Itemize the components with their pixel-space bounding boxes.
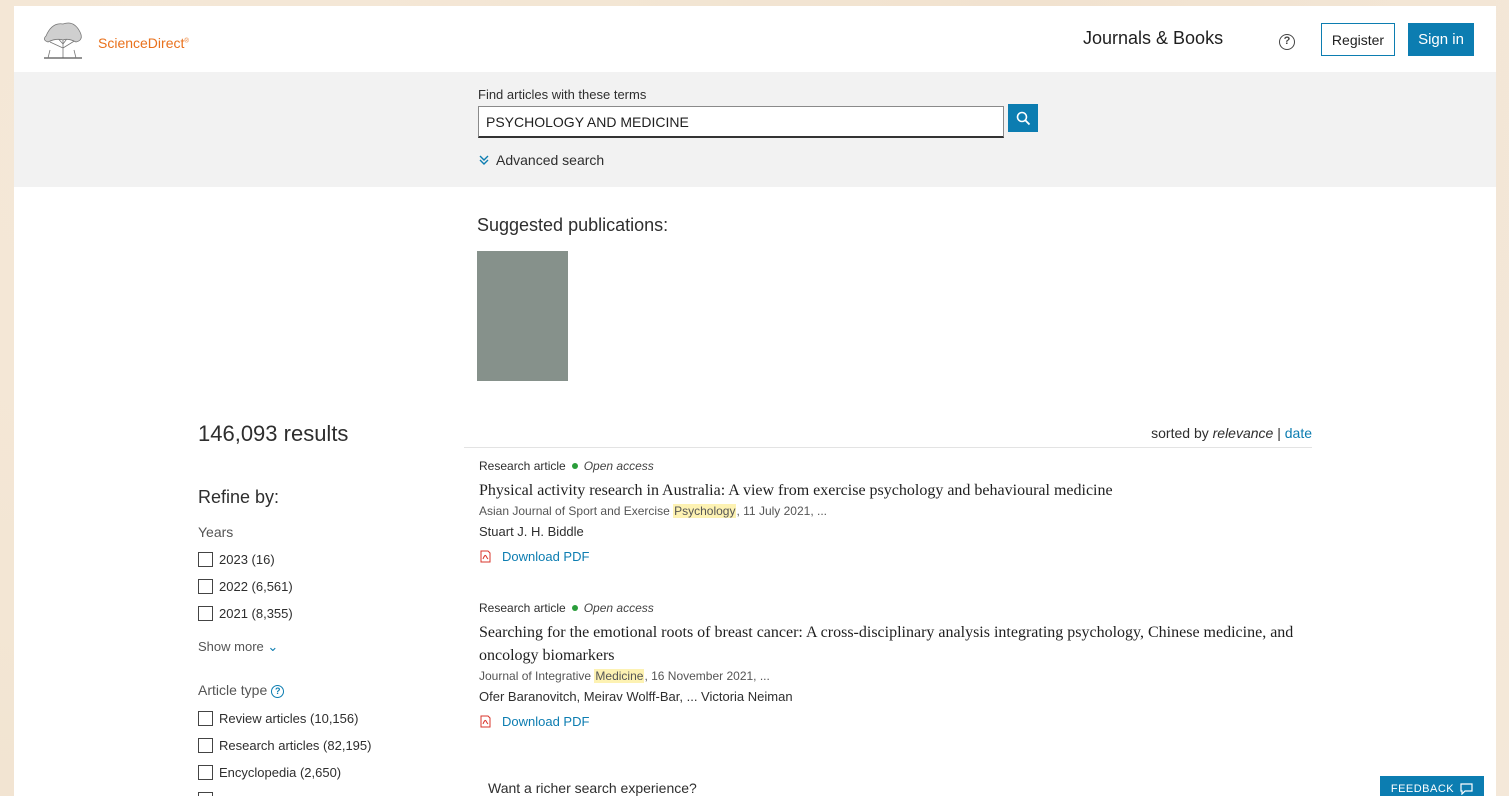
sort-separator: | [1277, 425, 1281, 441]
source-text[interactable]: Journal of Integrative [479, 669, 594, 683]
brand-name[interactable]: ScienceDirect® [98, 35, 189, 51]
article-type: Research article [479, 601, 566, 615]
year-filter-label: 2021 (8,355) [219, 606, 293, 621]
article-type-line: Research article Open access [479, 601, 1299, 615]
article-authors: Ofer Baranovitch, Meirav Wolff-Bar, ... … [479, 689, 793, 704]
sort-prefix: sorted by [1151, 425, 1209, 441]
search-label: Find articles with these terms [478, 87, 647, 102]
feedback-label: FEEDBACK [1390, 783, 1455, 795]
article-type-label-text: Article type [198, 682, 268, 698]
checkbox[interactable] [198, 765, 213, 780]
download-pdf-link[interactable]: Download PDF [479, 714, 1299, 729]
download-pdf-label: Download PDF [502, 714, 590, 729]
source-text[interactable]: Asian Journal of Sport and Exercise [479, 504, 673, 518]
checkbox[interactable] [198, 552, 213, 567]
year-filter-2023[interactable]: 2023 (16) [198, 552, 275, 567]
sort-date-link[interactable]: date [1285, 425, 1312, 441]
result-item: Research article Open access Searching f… [479, 601, 1299, 729]
article-source: Journal of Integrative Medicine, 16 Nove… [479, 669, 1299, 683]
article-type-filter-partial[interactable] [198, 792, 213, 796]
source-highlight[interactable]: Medicine [594, 669, 645, 683]
help-icon[interactable]: ? [1279, 34, 1295, 50]
top-header: ScienceDirect® Journals & Books ? Regist… [14, 6, 1496, 72]
pdf-icon [480, 550, 491, 563]
search-button[interactable] [1008, 104, 1038, 132]
search-input[interactable] [478, 106, 1004, 138]
show-more-label: Show more [198, 639, 264, 654]
journals-books-link[interactable]: Journals & Books [1083, 28, 1223, 49]
open-access-dot [571, 463, 578, 469]
article-source: Asian Journal of Sport and Exercise Psyc… [479, 504, 1299, 518]
article-type-filter-encyclopedia[interactable]: Encyclopedia (2,650) [198, 765, 341, 780]
source-highlight[interactable]: Psychology [673, 504, 737, 518]
year-filter-2021[interactable]: 2021 (8,355) [198, 606, 293, 621]
article-type-filter-label: Research articles (82,195) [219, 738, 372, 753]
open-access-dot [571, 605, 578, 611]
sort-relevance[interactable]: relevance [1213, 425, 1274, 441]
feedback-button[interactable]: FEEDBACK [1380, 776, 1484, 796]
show-more-years[interactable]: Show more ⌄ [198, 639, 278, 655]
checkbox[interactable] [198, 579, 213, 594]
article-type-line: Research article Open access [479, 459, 1299, 473]
feedback-icon [1460, 783, 1473, 795]
article-type-filter-label: Encyclopedia (2,650) [219, 765, 342, 780]
article-type-filter-research[interactable]: Research articles (82,195) [198, 738, 371, 753]
pdf-icon [480, 715, 491, 728]
elsevier-tree-logo[interactable] [40, 18, 86, 62]
year-filter-2022[interactable]: 2022 (6,561) [198, 579, 293, 594]
suggested-publications-title: Suggested publications: [477, 215, 669, 235]
checkbox[interactable] [198, 792, 213, 796]
year-filter-label: 2023 (16) [219, 552, 275, 567]
article-title-link[interactable]: Searching for the emotional roots of bre… [479, 621, 1299, 667]
checkbox[interactable] [198, 711, 213, 726]
article-type-filter-review[interactable]: Review articles (10,156) [198, 711, 358, 726]
article-type: Research article [479, 459, 566, 473]
suggested-publication-cover[interactable] [477, 251, 568, 381]
search-icon [1016, 111, 1030, 125]
refine-by-title: Refine by: [198, 487, 280, 507]
article-type-filter-label: Review articles (10,156) [219, 711, 359, 726]
open-access-label: Open access [583, 601, 654, 615]
sign-in-button[interactable]: Sign in [1408, 23, 1474, 56]
source-date: , 11 July 2021, ... [736, 504, 827, 518]
info-icon[interactable]: ? [271, 684, 285, 698]
article-type-facet-label: Article type? [198, 682, 285, 698]
search-section: Find articles with these terms Advanced … [14, 72, 1496, 187]
register-button[interactable]: Register [1321, 23, 1395, 56]
results-divider [464, 447, 1312, 448]
sort-options: sorted by relevance | date [1151, 425, 1312, 441]
article-title-link[interactable]: Physical activity research in Australia:… [479, 479, 1299, 502]
source-date: , 16 November 2021, ... [644, 669, 770, 683]
advanced-search-toggle[interactable]: Advanced search [478, 152, 604, 168]
results-count: 146,093 results [198, 421, 349, 446]
advanced-search-label: Advanced search [496, 152, 605, 168]
result-item: Research article Open access Physical ac… [479, 459, 1299, 564]
chevron-down-icon: ⌄ [267, 639, 279, 654]
checkbox[interactable] [198, 606, 213, 621]
richer-search-prompt[interactable]: Want a richer search experience? [488, 780, 697, 796]
download-pdf-link[interactable]: Download PDF [479, 549, 1299, 564]
brand-mark: ® [184, 38, 189, 45]
chevron-down-icon [479, 155, 489, 165]
brand-text[interactable]: ScienceDirect [98, 35, 184, 51]
download-pdf-label: Download PDF [502, 549, 590, 564]
page: ScienceDirect® Journals & Books ? Regist… [14, 6, 1496, 796]
article-authors: Stuart J. H. Biddle [479, 524, 584, 539]
years-facet-label: Years [198, 524, 234, 540]
year-filter-label: 2022 (6,561) [219, 579, 293, 594]
checkbox[interactable] [198, 738, 213, 753]
open-access-label: Open access [583, 459, 654, 473]
